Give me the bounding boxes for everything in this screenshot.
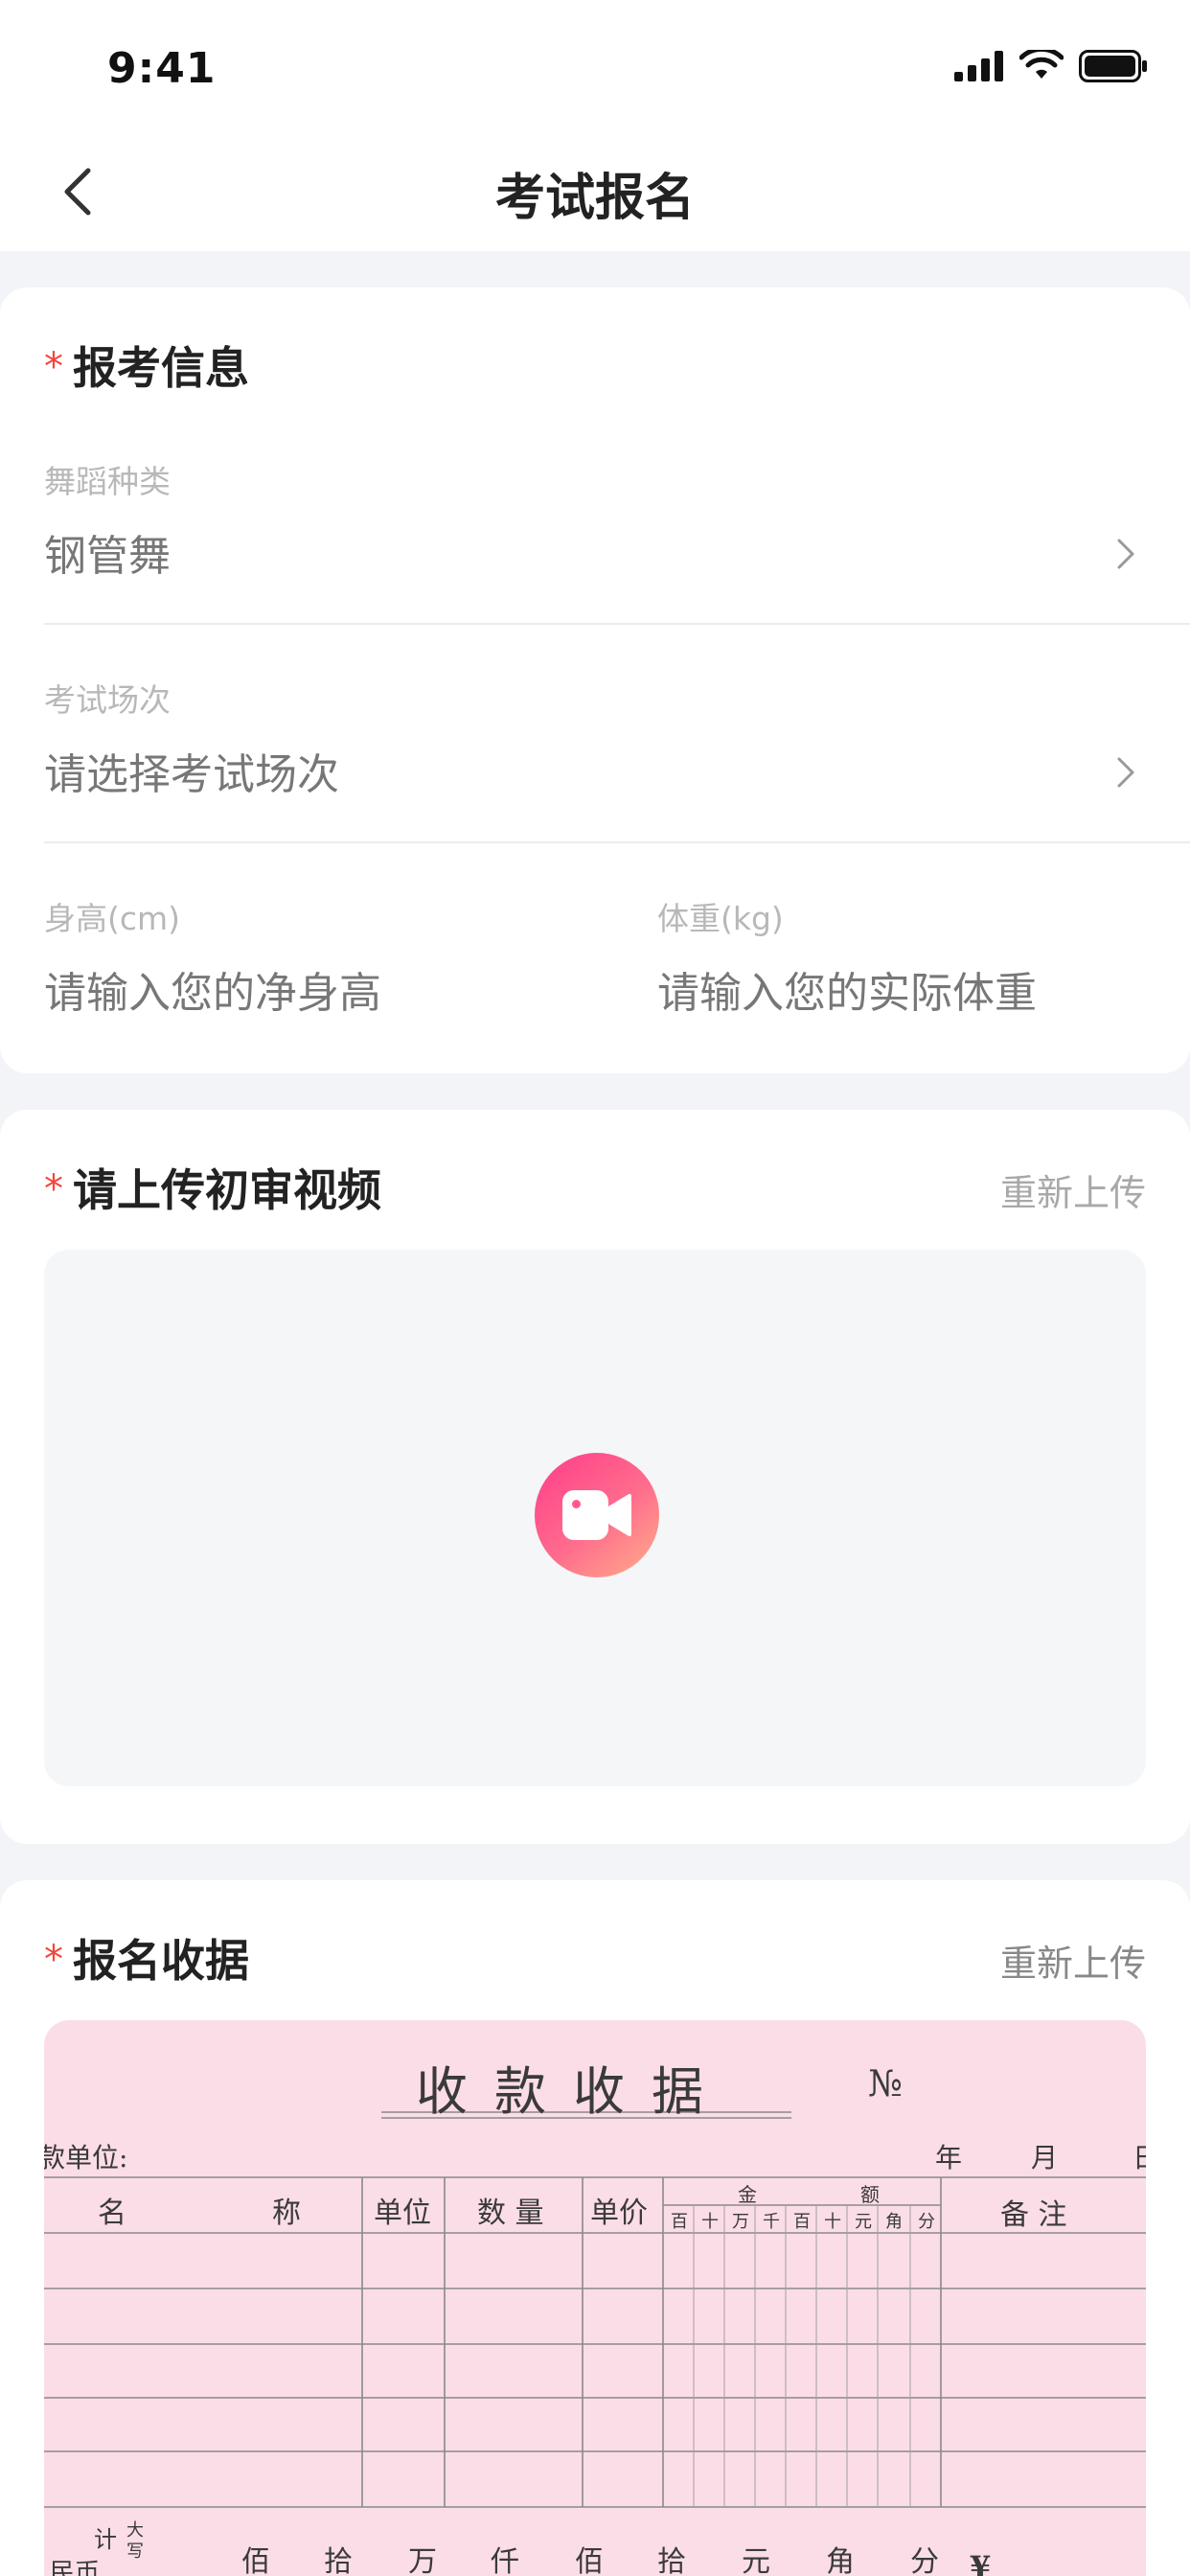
receipt-digit: 百: [793, 2212, 811, 2232]
receipt-title-text: 报名收据: [73, 1935, 249, 1987]
exam-info-title: * 报考信息: [44, 334, 249, 397]
video-camera-icon: [562, 1490, 631, 1540]
receipt-doc-title: 收款收据: [416, 2061, 730, 2122]
receipt-image[interactable]: 收款收据 № 款单位: 年 月 日 名 称 单位 数 量 单价 金 额 备 注 …: [44, 2020, 1146, 2576]
receipt-big-unit: 角: [826, 2545, 855, 2576]
chevron-right-icon: [1117, 757, 1134, 788]
receipt-big-unit: 万: [408, 2545, 437, 2576]
receipt-big-unit: 分: [910, 2545, 939, 2576]
receipt-big-unit: 仟: [491, 2545, 519, 2576]
receipt-col-amount-b: 额: [860, 2183, 880, 2206]
video-upload-area[interactable]: [44, 1250, 1146, 1786]
weight-input[interactable]: 请输入您的实际体重: [657, 958, 1190, 1020]
receipt-total-rmb: 民币: [50, 2559, 101, 2576]
receipt-payer: 款单位:: [44, 2142, 128, 2174]
receipt-title: * 报名收据: [44, 1926, 249, 1990]
exam-info-card: * 报考信息 舞蹈种类 钢管舞 考试场次 请选择考试场次 身高(cm) 请输入您的…: [0, 288, 1190, 1073]
receipt-col-amount-a: 金: [738, 2183, 757, 2206]
receipt-digit: 元: [855, 2212, 872, 2232]
session-placeholder: 请选择考试场次: [44, 750, 339, 799]
nav-bar: 考试报名: [0, 144, 1190, 251]
height-field[interactable]: 身高(cm) 请输入您的净身高: [44, 893, 581, 1020]
receipt-digit: 分: [918, 2212, 935, 2232]
video-card: * 请上传初审视频 重新上传: [0, 1110, 1190, 1844]
required-star: *: [44, 1167, 63, 1211]
receipt-digit: 十: [701, 2212, 719, 2232]
receipt-digit: 百: [671, 2212, 688, 2232]
divider: [44, 841, 1190, 843]
divider: [44, 623, 1190, 625]
receipt-digit: 万: [732, 2212, 749, 2232]
page-title: 考试报名: [494, 170, 695, 227]
receipt-yen: ¥: [970, 2549, 992, 2576]
battery-icon: [1079, 50, 1147, 82]
video-title: * 请上传初审视频: [44, 1156, 381, 1219]
receipt-big-unit: 拾: [324, 2545, 353, 2576]
exam-info-title-text: 报考信息: [73, 342, 249, 394]
receipt-day: 日: [1133, 2137, 1146, 2175]
signal-icon: [954, 51, 1003, 81]
wifi-icon: [1019, 50, 1064, 79]
receipt-col-price: 单价: [590, 2196, 648, 2230]
receipt-big-unit: 佰: [575, 2545, 604, 2576]
required-star: *: [44, 345, 63, 389]
height-input[interactable]: 请输入您的净身高: [44, 958, 581, 1020]
dance-type-value: 钢管舞: [44, 532, 171, 581]
receipt-col-qty: 数 量: [477, 2196, 544, 2230]
required-star: *: [44, 1938, 63, 1982]
receipt-digit: 角: [885, 2212, 903, 2232]
dance-type-field[interactable]: 舞蹈种类 钢管舞: [44, 456, 1190, 590]
receipt-total-big: 大写: [126, 2520, 144, 2562]
receipt-digit: 十: [824, 2212, 841, 2232]
receipt-big-unit: 元: [742, 2545, 770, 2576]
receipt-col-note: 备 注: [1000, 2198, 1067, 2232]
weight-label: 体重(kg): [657, 900, 784, 937]
receipt-doc-no: №: [868, 2062, 903, 2104]
status-bar: 9:41: [0, 0, 1190, 144]
status-icons: [954, 50, 1148, 82]
status-time: 9:41: [107, 44, 217, 93]
receipt-col-name2: 称: [272, 2196, 301, 2230]
session-label: 考试场次: [44, 681, 171, 719]
video-upload-button[interactable]: [535, 1453, 659, 1577]
receipt-digit: 千: [763, 2212, 780, 2232]
receipt-month: 月: [1031, 2142, 1059, 2174]
receipt-big-unit: 佰: [241, 2545, 270, 2576]
video-reupload-button[interactable]: 重新上传: [1000, 1163, 1146, 1216]
receipt-year: 年: [935, 2142, 963, 2174]
receipt-big-unit: 拾: [657, 2545, 686, 2576]
chevron-right-icon: [1117, 539, 1134, 569]
dance-type-label: 舞蹈种类: [44, 463, 171, 500]
weight-field[interactable]: 体重(kg) 请输入您的实际体重: [657, 893, 1190, 1020]
video-title-text: 请上传初审视频: [73, 1164, 381, 1216]
height-label: 身高(cm): [44, 900, 181, 937]
receipt-card: * 报名收据 重新上传 收款收据 № 款单位: 年 月 名 称 单位 数 量 单…: [0, 1880, 1190, 2576]
session-field[interactable]: 考试场次 请选择考试场次: [44, 675, 1190, 809]
receipt-total-ji: 计: [94, 2526, 117, 2553]
receipt-col-name: 名: [98, 2196, 126, 2230]
receipt-col-unit: 单位: [374, 2196, 431, 2230]
receipt-reupload-button[interactable]: 重新上传: [1000, 1934, 1146, 1987]
